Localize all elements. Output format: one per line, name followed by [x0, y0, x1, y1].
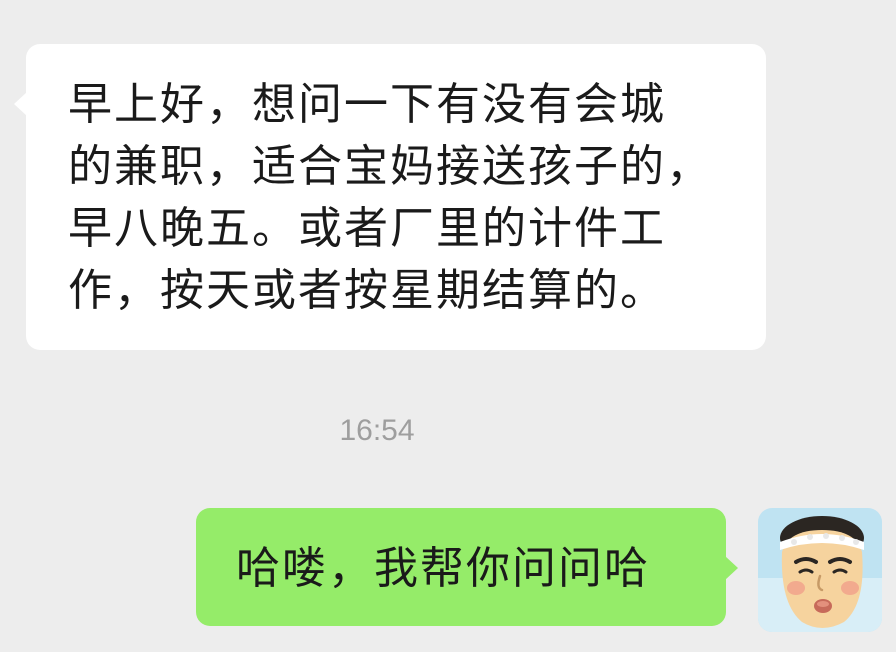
- outgoing-message-text: 哈喽，我帮你问问哈: [236, 543, 650, 594]
- incoming-message-line: 的兼职，适合宝妈接送孩子的，: [68, 141, 712, 192]
- incoming-message-line: 早八晚五。或者厂里的计件工: [68, 203, 666, 254]
- chat-area: 早上好，想问一下有没有会城 的兼职，适合宝妈接送孩子的， 早八晚五。或者厂里的计…: [0, 0, 896, 652]
- user-avatar[interactable]: [758, 508, 882, 632]
- incoming-message-text: 早上好，想问一下有没有会城 的兼职，适合宝妈接送孩子的， 早八晚五。或者厂里的计…: [68, 74, 748, 322]
- incoming-message-bubble[interactable]: 早上好，想问一下有没有会城 的兼职，适合宝妈接送孩子的， 早八晚五。或者厂里的计…: [14, 44, 766, 350]
- outgoing-message-bubble[interactable]: 哈喽，我帮你问问哈: [196, 508, 738, 626]
- message-timestamp: 16:54: [339, 414, 415, 447]
- incoming-message-line: 作，按天或者按星期结算的。: [68, 265, 666, 316]
- cartoon-face-avatar-icon: [758, 508, 882, 632]
- incoming-message-line: 早上好，想问一下有没有会城: [68, 79, 666, 130]
